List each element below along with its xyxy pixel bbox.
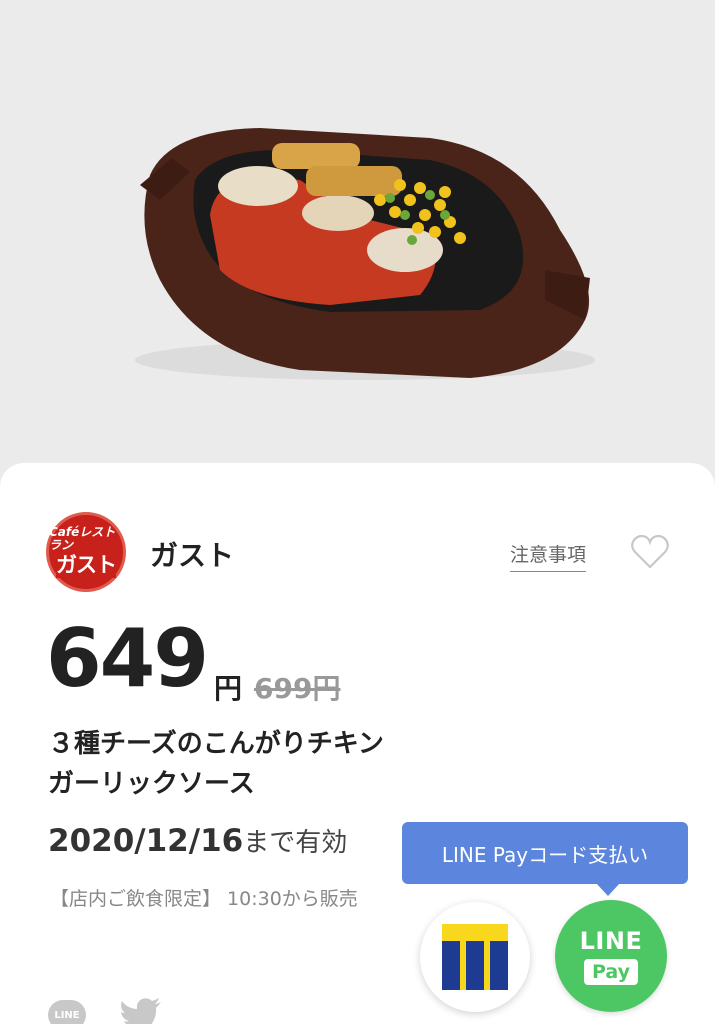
product-title: ３種チーズのこんがりチキン ガーリックソース [48, 724, 508, 804]
brand-logo-subtitle: Caféレストラン [49, 525, 116, 552]
linepay-button[interactable]: LINE Pay [555, 900, 667, 1012]
sale-price: 649 [46, 612, 209, 705]
expiry-suffix: まで有効 [243, 828, 348, 858]
linepay-line-label: LINE [579, 927, 643, 955]
brand-logo: Caféレストラン ガスト [46, 512, 126, 592]
tpoint-button[interactable] [420, 902, 530, 1012]
linepay-tooltip: LINE Payコード支払い [402, 822, 688, 896]
expiry-date: 2020/12/16 [48, 823, 244, 859]
notes-link[interactable]: 注意事項 [510, 540, 587, 572]
linepay-pay-label: Pay [583, 959, 639, 985]
twitter-icon[interactable] [120, 998, 162, 1024]
tpoint-icon [442, 924, 508, 990]
product-title-line-2: ガーリックソース [48, 769, 255, 799]
price-unit: 円 [214, 672, 243, 705]
line-share-icon[interactable]: LINE [48, 1000, 86, 1024]
sizzling-plate-image [135, 128, 595, 380]
brand-name: ガスト [150, 539, 235, 572]
brand-logo-name: ガスト [56, 552, 117, 578]
original-price: 699円 [254, 672, 341, 705]
heart-icon[interactable] [630, 534, 670, 570]
expiry: 2020/12/16まで有効 [48, 822, 347, 859]
product-image [0, 0, 715, 480]
usage-note: 【店内ご飲食限定】 10:30から販売 [50, 888, 358, 910]
product-title-line-1: ３種チーズのこんがりチキン [48, 729, 384, 759]
